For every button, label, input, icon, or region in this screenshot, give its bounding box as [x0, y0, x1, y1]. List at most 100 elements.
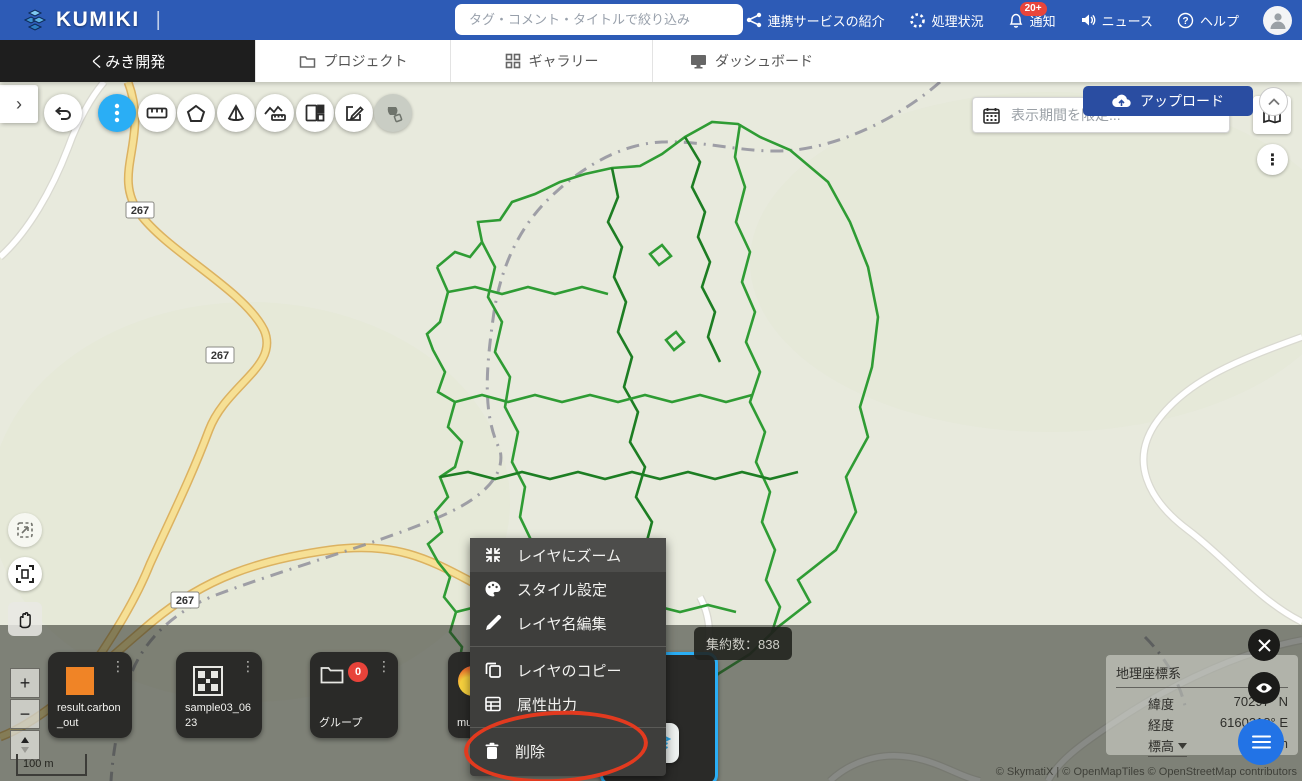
- menu-divider: [470, 727, 666, 728]
- menu-label: 連携サービスの紹介: [768, 11, 885, 30]
- card-kebab-menu[interactable]: ⋮: [241, 659, 255, 673]
- logo-divider: |: [156, 9, 161, 32]
- layer-name: グループ: [319, 716, 392, 730]
- layer-card-sample03[interactable]: ⋮ sample03_0623: [176, 652, 262, 738]
- mountain-ruler-icon: [264, 104, 286, 122]
- vertical-dots-icon: ⋮: [377, 658, 391, 674]
- tab-kumiki-dev[interactable]: くみき開発: [0, 40, 255, 82]
- share-icon: [746, 12, 762, 28]
- tab-dashboard[interactable]: ダッシュボード: [652, 40, 850, 82]
- menu-item-style-settings[interactable]: スタイル設定: [470, 572, 666, 606]
- paint-tool-button-disabled: [374, 94, 412, 132]
- menu-item-label: レイヤにズーム: [517, 545, 621, 566]
- trash-icon: [484, 742, 500, 760]
- menu-item-notifications[interactable]: 通知 20+: [1008, 11, 1056, 30]
- menu-divider: [470, 646, 666, 647]
- logo[interactable]: KUMIKI |: [22, 0, 161, 40]
- speaker-icon: [1080, 12, 1096, 28]
- layer-context-menu: レイヤにズーム スタイル設定 レイヤ名編集 レイヤのコピー 属性出力 削除: [470, 538, 666, 776]
- layer-card-result-carbon-out[interactable]: ⋮ result.carbon_out: [48, 652, 132, 738]
- menu-item-label: レイヤ名編集: [517, 613, 607, 634]
- panel-menu-button[interactable]: [1238, 719, 1284, 765]
- vertical-dots-icon: ⋮: [111, 658, 125, 674]
- compare-layout-tool-button[interactable]: [296, 94, 334, 132]
- user-icon: [1268, 10, 1288, 30]
- focus-extent-icon: [16, 565, 34, 583]
- measure-volume-tool-button[interactable]: [217, 94, 255, 132]
- menu-item-rename-layer[interactable]: レイヤ名編集: [470, 606, 666, 640]
- folder-icon: [299, 54, 316, 69]
- menu-item-zoom-to-layer[interactable]: レイヤにズーム: [470, 538, 666, 572]
- gallery-grid-icon: [505, 53, 521, 69]
- aggregation-tooltip: 集約数：838: [694, 627, 792, 660]
- header-menu: 連携サービスの紹介 処理状況 通知 20+ ニュース ? ヘルプ: [746, 0, 1292, 40]
- elevation-profile-tool-button[interactable]: [256, 94, 294, 132]
- monitor-icon: [690, 54, 707, 69]
- hamburger-icon: [1252, 735, 1271, 749]
- copy-icon: [484, 661, 502, 679]
- tab-label: くみき開発: [90, 51, 166, 72]
- zoom-to-layer-icon: [484, 546, 502, 564]
- layout-icon: [305, 104, 325, 122]
- chevron-right-icon: ›: [16, 94, 22, 115]
- workspace-nav: くみき開発 プロジェクト ギャラリー ダッシュボード アップロード: [0, 40, 1302, 82]
- kumiki-cube-icon: [22, 8, 48, 32]
- close-panel-button[interactable]: [1248, 629, 1280, 661]
- tab-gallery[interactable]: ギャラリー: [450, 40, 652, 82]
- zoom-out-button[interactable]: −: [10, 699, 40, 729]
- card-kebab-menu[interactable]: ⋮: [111, 659, 125, 673]
- tab-project[interactable]: プロジェクト: [255, 40, 450, 82]
- menu-item-export-attributes[interactable]: 属性出力: [470, 687, 666, 721]
- minus-icon: −: [20, 704, 31, 725]
- notification-badge: 20+: [1020, 2, 1047, 16]
- undo-tool-button[interactable]: [44, 94, 82, 132]
- palette-icon: [484, 580, 502, 598]
- elevation-select[interactable]: 標高: [1148, 736, 1187, 757]
- undo-icon: [53, 104, 73, 122]
- collapse-nav-button[interactable]: [1259, 87, 1288, 116]
- group-count-badge: 0: [348, 662, 368, 682]
- hand-icon: [16, 609, 34, 629]
- upload-button[interactable]: アップロード: [1083, 86, 1253, 116]
- up-down-arrows-icon: [20, 737, 30, 753]
- avatar[interactable]: [1263, 6, 1292, 35]
- edit-tool-button[interactable]: [335, 94, 373, 132]
- app-header: KUMIKI | 連携サービスの紹介 処理状況 通知 20+ ニュース: [0, 0, 1302, 40]
- card-kebab-menu[interactable]: ⋮: [377, 659, 391, 673]
- calendar-icon: [983, 107, 1000, 124]
- cone-icon: [226, 104, 246, 123]
- fit-selection-button[interactable]: [8, 513, 42, 547]
- layer-menu-tool-button[interactable]: [98, 94, 136, 132]
- caret-down-icon: [1178, 743, 1187, 749]
- menu-item-share[interactable]: 連携サービスの紹介: [746, 11, 885, 30]
- tab-label: ギャラリー: [529, 51, 599, 71]
- layer-name: result.carbon_out: [57, 701, 126, 730]
- menu-item-status[interactable]: 処理状況: [909, 11, 984, 30]
- pan-tool-button[interactable]: [8, 602, 42, 636]
- extent-button[interactable]: [8, 557, 42, 591]
- measure-area-tool-button[interactable]: [177, 94, 215, 132]
- zoom-in-button[interactable]: +: [10, 668, 40, 698]
- menu-item-label: スタイル設定: [517, 579, 607, 600]
- upload-label: アップロード: [1140, 91, 1224, 111]
- menu-item-news[interactable]: ニュース: [1080, 11, 1153, 30]
- map-options-button[interactable]: ⋮: [1257, 144, 1288, 175]
- paint-roller-icon: [384, 104, 403, 123]
- search-input[interactable]: [455, 4, 743, 35]
- measure-distance-tool-button[interactable]: [138, 94, 176, 132]
- close-icon: [1258, 639, 1271, 652]
- visibility-button[interactable]: [1248, 672, 1280, 704]
- latitude-label: 緯度: [1148, 694, 1174, 713]
- logo-text: KUMIKI: [56, 8, 140, 32]
- chevron-up-icon: [1268, 98, 1280, 106]
- tab-label: プロジェクト: [324, 51, 408, 71]
- menu-item-help[interactable]: ? ヘルプ: [1177, 11, 1239, 30]
- menu-item-delete[interactable]: 削除: [470, 734, 666, 768]
- sidebar-expand-button[interactable]: ›: [0, 85, 38, 123]
- menu-label: 処理状況: [932, 11, 984, 30]
- elevation-label: 標高: [1148, 736, 1174, 755]
- menu-item-copy-layer[interactable]: レイヤのコピー: [470, 653, 666, 687]
- processing-status-icon: [909, 12, 926, 29]
- layer-card-group[interactable]: 0 ⋮ グループ: [310, 652, 398, 738]
- layer-thumbnail: [66, 667, 94, 695]
